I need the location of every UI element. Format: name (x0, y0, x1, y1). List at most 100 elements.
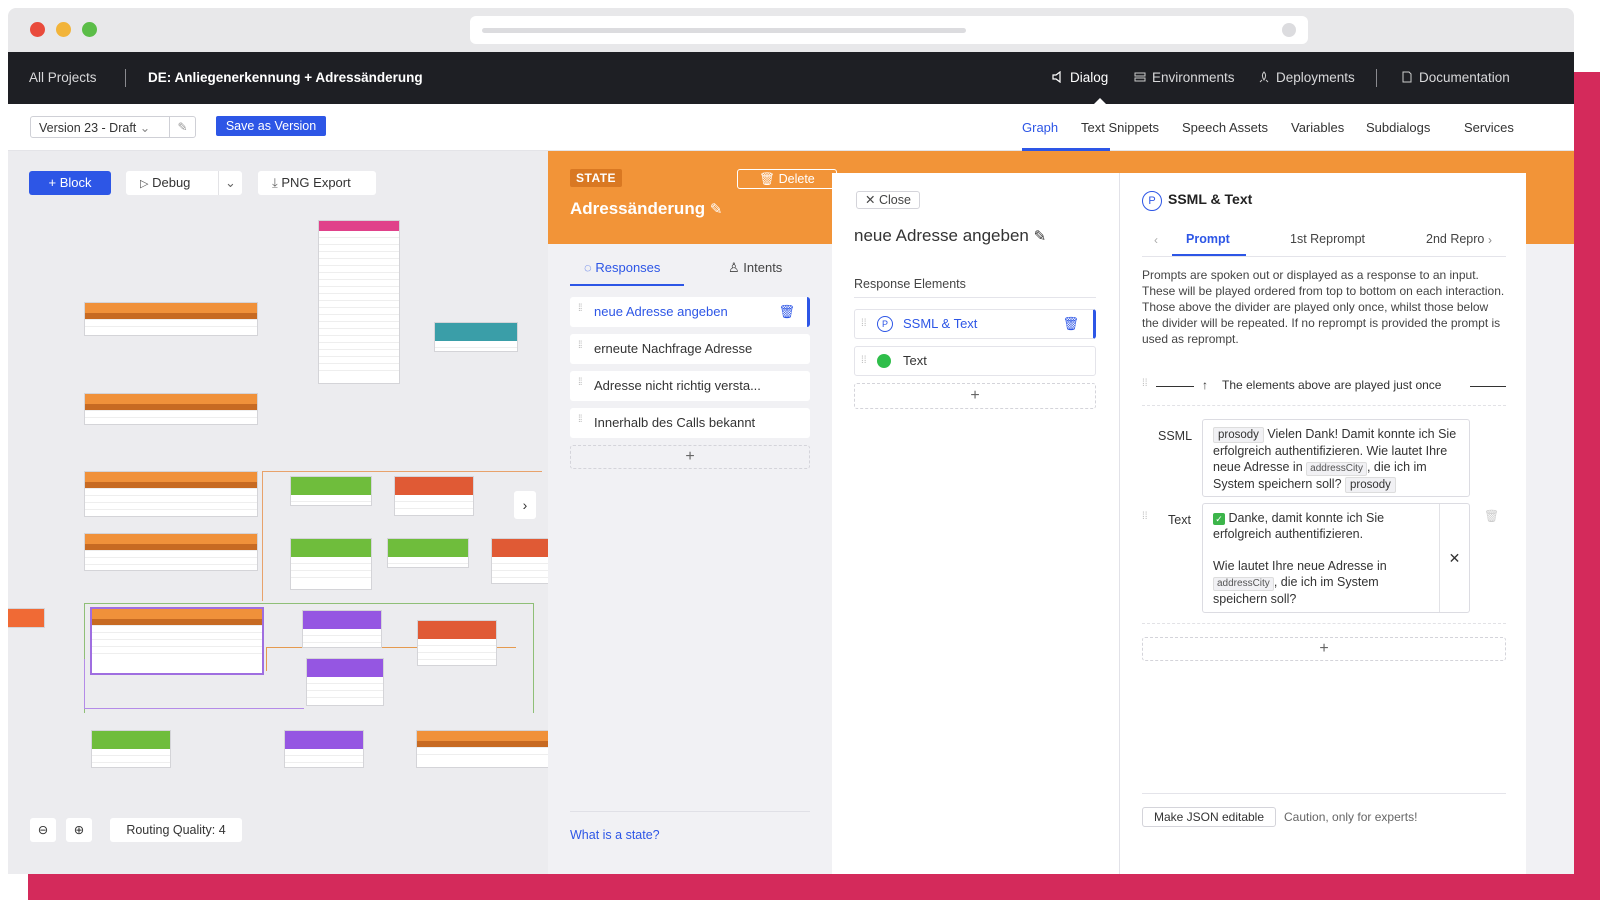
drag-handle-icon[interactable]: ⁞⁞ (578, 378, 584, 392)
response-item[interactable]: ⁞⁞ Innerhalb des Calls bekannt (570, 408, 810, 438)
address-bar[interactable] (470, 16, 1308, 44)
graph-node[interactable] (85, 472, 257, 516)
trash-icon[interactable]: 🗑︎ (1062, 310, 1079, 338)
edit-title-icon[interactable]: ✎ (710, 201, 723, 218)
response-item[interactable]: ⁞⁞ Adresse nicht richtig versta... (570, 371, 810, 401)
tab-services[interactable]: Services (1464, 120, 1514, 135)
zoom-out-icon: ⊖ (37, 823, 49, 837)
chevron-down-icon: ⌄ (139, 121, 151, 135)
graph-node-selected[interactable] (92, 609, 262, 673)
make-json-editable-button[interactable]: Make JSON editable (1142, 807, 1276, 827)
tab-speech-assets[interactable]: Speech Assets (1182, 120, 1268, 135)
add-prompt-element-button[interactable]: + (1142, 637, 1506, 661)
element-text[interactable]: ⁞⁞ Text (854, 346, 1096, 376)
element-detail-column: P SSML & Text ‹ Prompt 1st Reprompt 2nd R… (1119, 173, 1526, 874)
graph-node[interactable] (92, 731, 170, 767)
minimize-window-icon[interactable] (56, 22, 71, 37)
chevron-left-icon[interactable]: ‹ (1154, 233, 1158, 247)
tab-prompt[interactable]: Prompt (1186, 232, 1230, 246)
zoom-out-button[interactable]: ⊖ (30, 818, 56, 842)
tab-subdialogs[interactable]: Subdialogs (1366, 120, 1430, 135)
browser-chrome (8, 8, 1574, 52)
png-export-button[interactable]: ⤓ PNG Export (258, 171, 376, 195)
drag-handle-icon[interactable]: ⁞⁞ (861, 347, 867, 375)
chevron-right-icon[interactable]: › (1488, 233, 1492, 247)
drag-handle-icon[interactable]: ⁞⁞ (1142, 511, 1148, 522)
tab-graph[interactable]: Graph (1022, 120, 1058, 135)
nav-documentation[interactable]: Documentation (1401, 70, 1510, 85)
graph-node[interactable] (285, 731, 363, 767)
response-title: neue Adresse angeben ✎ (854, 226, 1046, 246)
tab-second-reprompt[interactable]: 2nd Repro (1426, 232, 1484, 246)
graph-node[interactable] (388, 539, 468, 567)
trash-icon[interactable]: 🗑︎ (1484, 509, 1499, 523)
arrow-up-icon: ↑ (1202, 378, 1208, 392)
graph-node[interactable] (319, 221, 399, 383)
tab-text-snippets[interactable]: Text Snippets (1081, 120, 1159, 135)
graph-canvas[interactable]: + Block ▷ Debug ⌄ ⤓ PNG Export › ⊖ ⊕ Rou… (8, 151, 548, 874)
plus-icon: + (970, 387, 980, 404)
responses-label: Responses (595, 260, 661, 275)
clear-field-icon[interactable]: ✕ (1439, 504, 1469, 612)
graph-node[interactable] (395, 477, 473, 515)
maximize-window-icon[interactable] (82, 22, 97, 37)
graph-node[interactable] (85, 534, 257, 570)
drag-handle-icon[interactable]: ⁞⁞ (578, 415, 584, 429)
response-elements-column: ✕ Close neue Adresse angeben ✎ Response … (832, 173, 1119, 874)
tab-responses[interactable]: ◌ Responses (584, 260, 660, 275)
graph-node[interactable] (492, 539, 548, 583)
state-badge: STATE (570, 169, 623, 187)
zoom-in-button[interactable]: ⊕ (66, 818, 92, 842)
version-select[interactable]: Version 23 - Draft ⌄ ✎ (30, 116, 196, 138)
play-icon: ▷ (140, 178, 149, 190)
nav-deployments[interactable]: Deployments (1258, 70, 1355, 85)
debug-button[interactable]: ▷ Debug ⌄ (126, 171, 242, 195)
nav-all-projects[interactable]: All Projects (29, 70, 97, 85)
drag-handle-icon[interactable]: ⁞⁞ (1142, 378, 1148, 389)
scroll-right-icon[interactable]: › (514, 491, 536, 519)
element-ssml-text[interactable]: ⁞⁞ P SSML & Text 🗑︎ (854, 309, 1096, 339)
nav-dialog[interactable]: Dialog (1052, 70, 1108, 85)
add-element-button[interactable]: + (854, 383, 1096, 409)
what-is-state-link[interactable]: What is a state? (570, 828, 660, 842)
graph-node[interactable] (8, 609, 44, 627)
close-button[interactable]: ✕ Close (856, 191, 920, 209)
debug-label: Debug (152, 175, 191, 190)
drag-handle-icon[interactable]: ⁞⁞ (578, 341, 584, 355)
version-label: Version 23 - Draft (39, 121, 137, 135)
save-as-version-button[interactable]: Save as Version (216, 116, 326, 136)
text-field[interactable]: ✓ Danke, damit konnte ich Sie erfolgreic… (1202, 503, 1470, 613)
delete-state-button[interactable]: 🗑︎ Delete (737, 169, 837, 189)
add-block-button[interactable]: + Block (29, 171, 111, 195)
divider-line (1156, 386, 1194, 387)
tab-first-reprompt[interactable]: 1st Reprompt (1290, 232, 1365, 246)
ssml-field[interactable]: prosody Vielen Dank! Damit konnte ich Si… (1202, 419, 1470, 497)
close-window-icon[interactable] (30, 22, 45, 37)
graph-node[interactable] (307, 659, 383, 705)
chevron-down-icon[interactable]: ⌄ (218, 171, 242, 195)
drag-handle-icon[interactable]: ⁞⁞ (578, 304, 584, 318)
check-emoji-icon: ✓ (1213, 513, 1225, 525)
document-icon (1402, 71, 1412, 83)
tab-variables[interactable]: Variables (1291, 120, 1344, 135)
graph-node[interactable] (435, 323, 517, 351)
graph-node[interactable] (417, 731, 548, 767)
response-item[interactable]: ⁞⁞ erneute Nachfrage Adresse (570, 334, 810, 364)
trash-icon[interactable]: 🗑︎ (778, 297, 795, 327)
response-item-selected[interactable]: ⁞⁞ neue Adresse angeben 🗑︎ (570, 297, 810, 327)
graph-node[interactable] (291, 539, 371, 589)
graph-node[interactable] (85, 394, 257, 424)
edit-title-icon[interactable]: ✎ (1034, 228, 1047, 245)
graph-node[interactable] (85, 303, 257, 335)
add-response-button[interactable]: + (570, 445, 810, 469)
routing-quality-indicator: Routing Quality: 4 (110, 818, 242, 842)
tab-intents[interactable]: ♙ Intents (728, 260, 782, 276)
export-icon: ⤓ (272, 175, 278, 190)
reload-icon[interactable] (1282, 23, 1296, 37)
graph-node[interactable] (291, 477, 371, 505)
drag-handle-icon[interactable]: ⁞⁞ (861, 310, 867, 338)
graph-node[interactable] (418, 621, 496, 665)
edit-version-icon[interactable]: ✎ (169, 117, 195, 137)
graph-node[interactable] (303, 611, 381, 647)
nav-environments[interactable]: Environments (1134, 70, 1235, 85)
